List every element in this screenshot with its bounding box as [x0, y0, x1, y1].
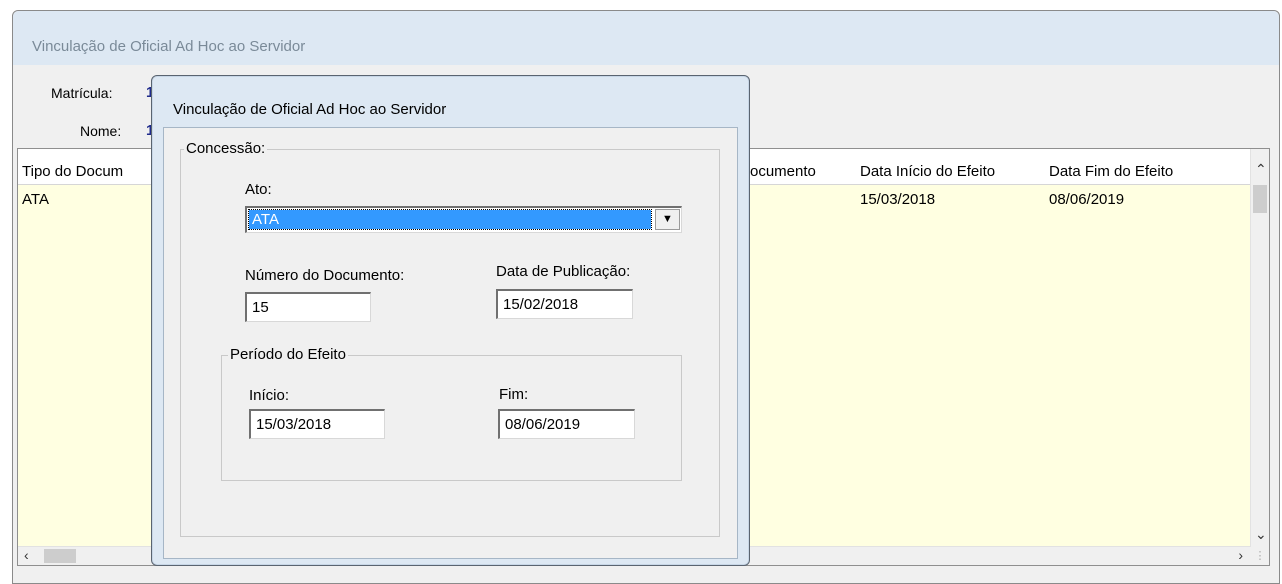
matricula-label: Matrícula:	[51, 85, 113, 101]
ato-select[interactable]: ATA ▼	[245, 206, 682, 233]
data-publicacao-label: Data de Publicação:	[496, 263, 631, 280]
fim-field[interactable]: 08/06/2019	[498, 409, 635, 439]
dialog-client-area: Concessão: Ato: ATA ▼ Número do Document…	[163, 127, 738, 559]
chevron-left-icon[interactable]: ‹	[24, 547, 29, 563]
cell-data-fim[interactable]: 08/06/2019	[1049, 191, 1124, 208]
dropdown-arrow-icon[interactable]: ▼	[655, 209, 680, 230]
inicio-label: Início:	[249, 387, 290, 404]
dialog-title: Vinculação de Oficial Ad Hoc ao Servidor	[173, 101, 447, 118]
concessao-groupbox: Concessão: Ato: ATA ▼ Número do Document…	[180, 140, 720, 537]
cell-tipo[interactable]: ATA	[22, 191, 49, 208]
chevron-up-icon[interactable]: ⌃	[1255, 161, 1267, 178]
horizontal-scroll-thumb[interactable]	[44, 549, 76, 563]
vertical-scrollbar[interactable]: ⌃ ⌄	[1250, 149, 1269, 547]
vinculacao-dialog: Vinculação de Oficial Ad Hoc ao Servidor…	[151, 75, 750, 566]
cell-data-inicio[interactable]: 15/03/2018	[860, 191, 935, 208]
periodo-efeito-legend: Período do Efeito	[228, 346, 348, 363]
ato-selected-value[interactable]: ATA	[248, 209, 652, 230]
column-header-data-fim[interactable]: Data Fim do Efeito	[1049, 163, 1173, 180]
nome-label: Nome:	[80, 123, 122, 139]
column-header-documento[interactable]: ocumento	[750, 163, 816, 180]
column-header-data-inicio[interactable]: Data Início do Efeito	[860, 163, 995, 180]
vertical-scroll-thumb[interactable]	[1253, 185, 1267, 213]
chevron-down-icon[interactable]: ⌄	[1255, 526, 1267, 543]
periodo-efeito-groupbox: Período do Efeito Início: 15/03/2018 Fim…	[221, 346, 682, 481]
size-grip-icon[interactable]: ⋮	[1251, 547, 1269, 565]
main-window-title: Vinculação de Oficial Ad Hoc ao Servidor	[32, 38, 306, 55]
numero-documento-field[interactable]: 15	[245, 292, 371, 322]
ato-label: Ato:	[245, 181, 272, 198]
fim-label: Fim:	[499, 386, 529, 403]
inicio-field[interactable]: 15/03/2018	[249, 409, 385, 439]
data-publicacao-field[interactable]: 15/02/2018	[496, 289, 633, 319]
numero-documento-label: Número do Documento:	[245, 267, 405, 284]
concessao-legend: Concessão:	[184, 140, 268, 157]
chevron-right-icon[interactable]: ›	[1238, 547, 1243, 563]
main-title-bar: Vinculação de Oficial Ad Hoc ao Servidor	[13, 11, 1279, 65]
column-header-tipo[interactable]: Tipo do Docum	[22, 163, 123, 180]
